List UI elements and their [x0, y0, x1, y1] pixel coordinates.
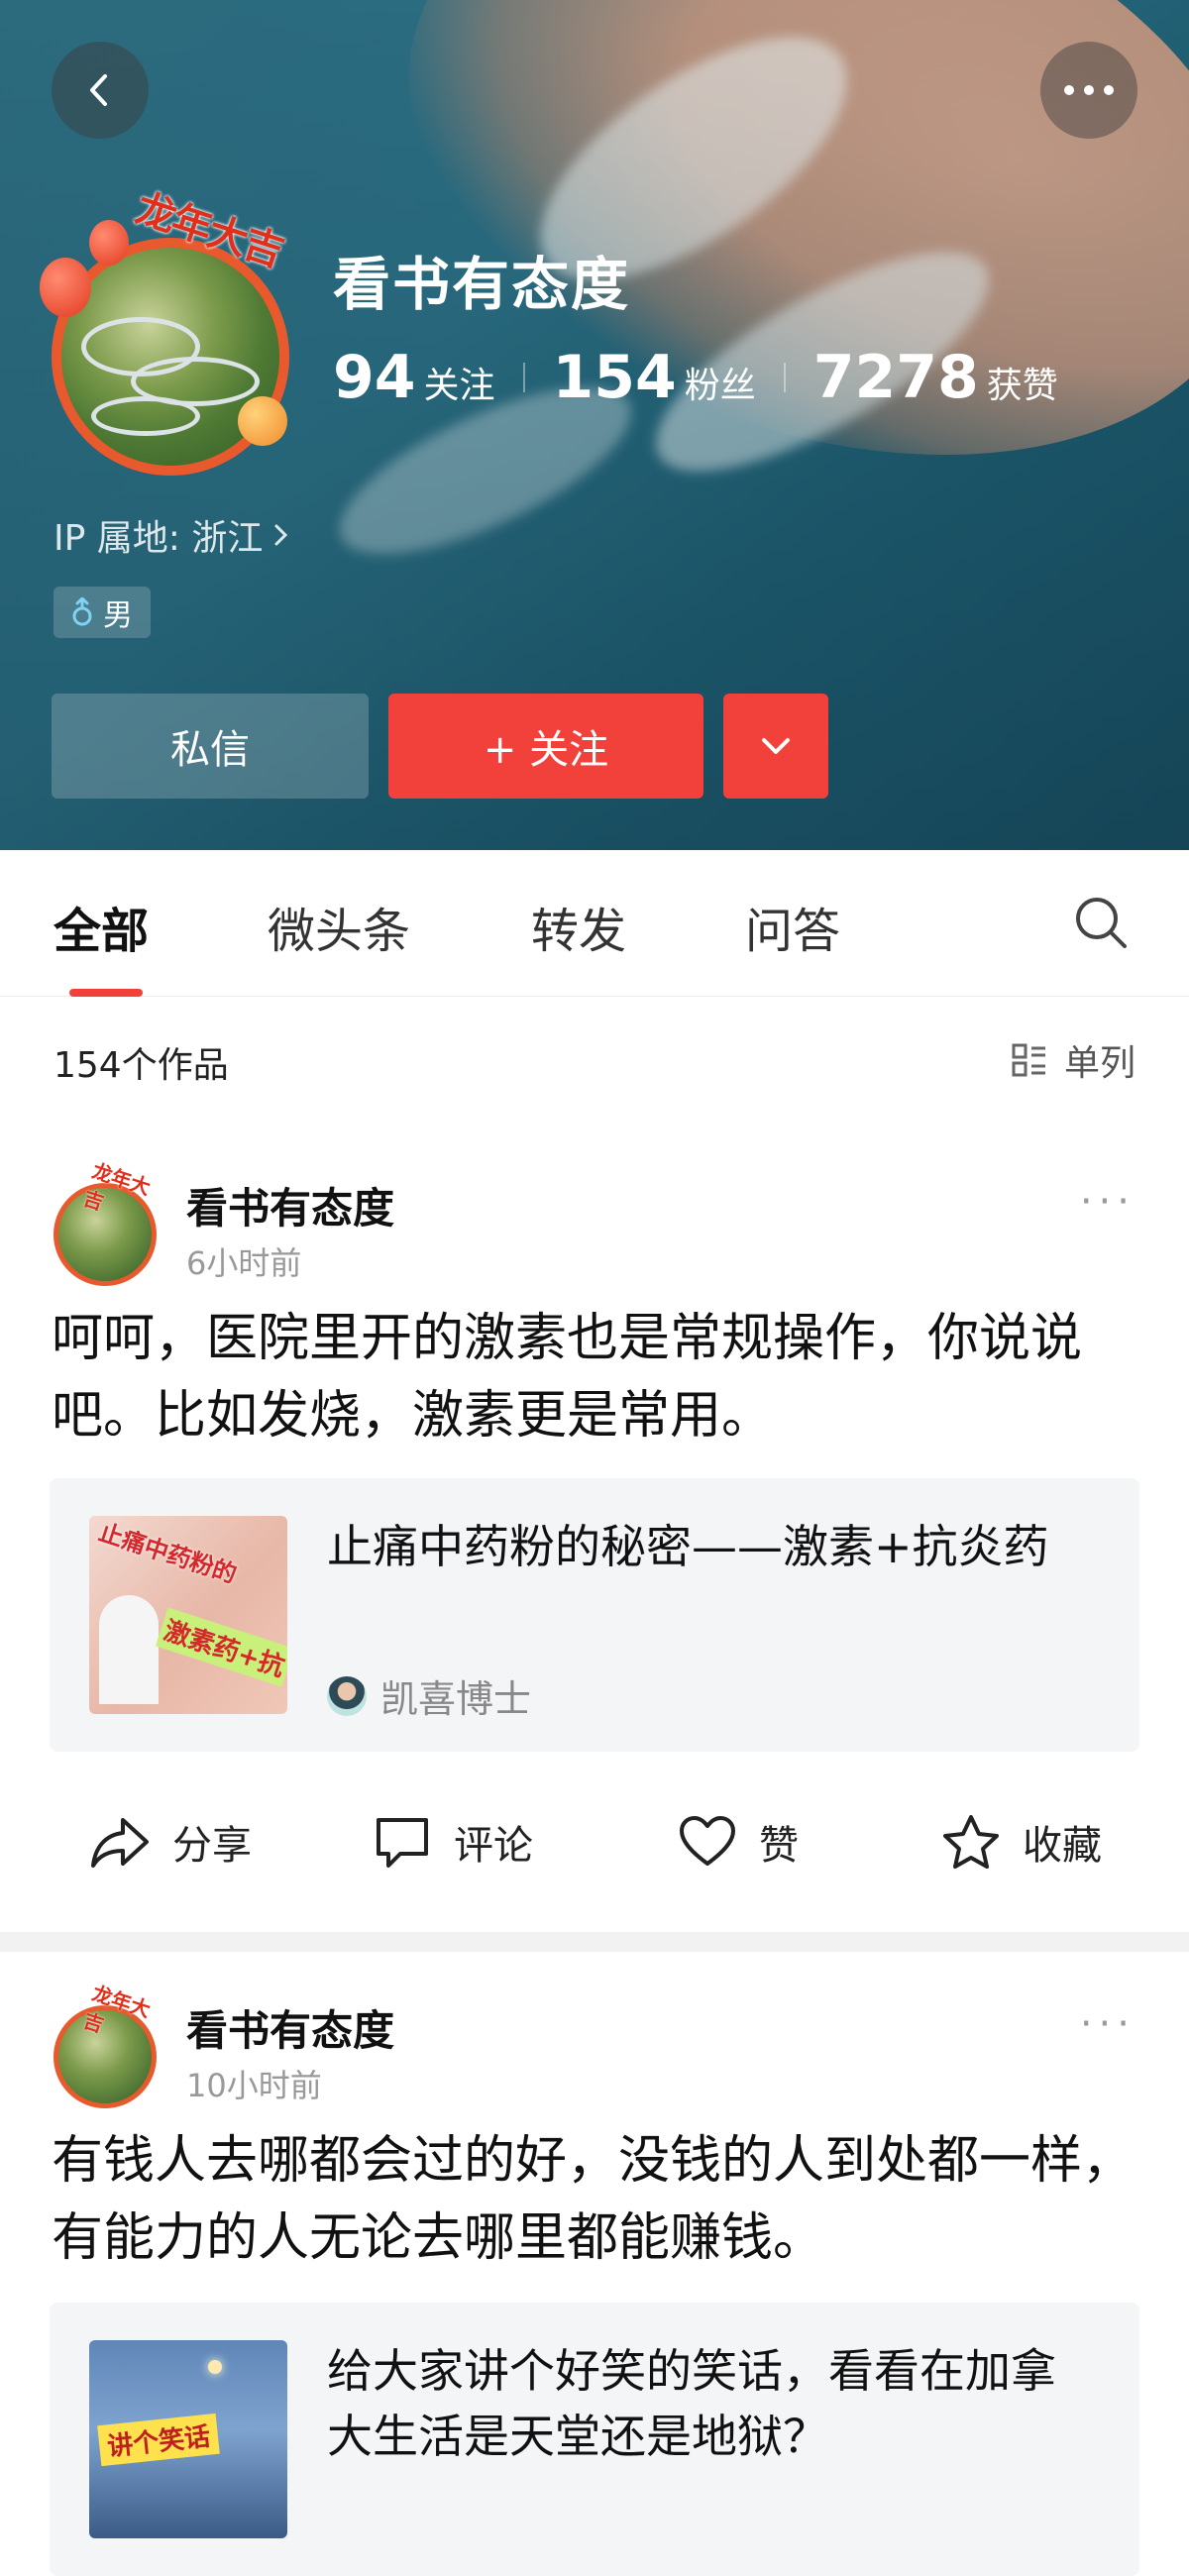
stat-divider [783, 363, 786, 392]
post-text[interactable]: 有钱人去哪都会过的好，没钱的人到处都一样，有能力的人无论去哪里都能赚钱。 [52, 2122, 1141, 2277]
tab-all[interactable]: 全部 [54, 892, 149, 961]
article-thumbnail: 止痛中药粉的 激素药+抗 [89, 1516, 287, 1714]
tab-qa[interactable]: 问答 [745, 892, 840, 961]
view-mode-label: 单列 [1063, 1043, 1135, 1084]
back-button[interactable] [52, 42, 149, 139]
favorite-button[interactable]: 收藏 [941, 1813, 1102, 1871]
comment-button[interactable]: 评论 [373, 1813, 533, 1871]
likes-label: 获赞 [986, 366, 1058, 406]
active-tab-indicator [69, 989, 143, 997]
star-icon [943, 1815, 999, 1869]
article-author-name: 凯喜博士 [380, 1677, 532, 1721]
post-author-avatar[interactable]: 龙年大吉 [50, 1158, 162, 1286]
profile-name: 看书有态度 [333, 251, 631, 318]
list-view-icon [1012, 1043, 1045, 1077]
male-icon [72, 597, 92, 626]
lantern-icon [40, 258, 91, 317]
post-actions: 分享 评论 赞 收藏 [0, 1813, 1189, 1932]
post-more-button[interactable]: ··· [1080, 2001, 1135, 2047]
favorite-label: 收藏 [1023, 1823, 1102, 1869]
gender-badge: 男 [54, 587, 151, 638]
linked-article-card[interactable]: 止痛中药粉的 激素药+抗 止痛中药粉的秘密——激素+抗炎药 凯喜博士 [50, 1478, 1139, 1752]
profile-avatar[interactable]: 龙年大吉 [40, 185, 297, 476]
chevron-right-icon [274, 524, 288, 546]
following-count[interactable]: 94 [333, 343, 416, 412]
fan-icon [238, 396, 287, 446]
street-light [208, 2360, 222, 2374]
thumbnail-text: 激素药+抗 [155, 1607, 287, 1687]
like-button[interactable]: 赞 [678, 1813, 799, 1871]
more-options-button[interactable] [1040, 42, 1137, 139]
view-mode-toggle[interactable]: 单列 [1011, 1034, 1135, 1086]
linked-article-card[interactable]: 讲个笑话 给大家讲个好笑的笑话，看看在加拿大生活是天堂还是地狱？ [50, 2303, 1139, 2576]
share-label: 分享 [172, 1823, 252, 1869]
follow-dropdown-button[interactable] [723, 694, 828, 799]
search-icon[interactable] [1072, 894, 1130, 951]
post-author-name[interactable]: 看书有态度 [186, 1175, 394, 1235]
post-author-avatar[interactable]: 龙年大吉 [50, 1981, 162, 2108]
thumbnail-text: 讲个笑话 [97, 2413, 220, 2467]
ip-location-label: IP 属地: 浙江 [54, 518, 264, 559]
gender-label: 男 [103, 598, 133, 633]
chevron-left-icon [90, 74, 107, 106]
followers-label[interactable]: 粉丝 [685, 357, 756, 408]
follow-button[interactable]: + 关注 [388, 694, 703, 799]
post-separator [0, 1932, 1189, 1952]
chevron-down-icon [762, 738, 790, 754]
content-tabs: 全部 微头条 转发 问答 [0, 850, 1189, 997]
message-button[interactable]: 私信 [52, 694, 369, 799]
ip-location[interactable]: IP 属地: 浙江 [54, 509, 292, 561]
more-dots-icon [1064, 85, 1114, 95]
like-label: 赞 [759, 1823, 799, 1869]
article-author: 凯喜博士 [327, 1668, 531, 1723]
tab-repost[interactable]: 转发 [531, 892, 626, 961]
likes-count: 7278 [812, 343, 979, 412]
works-count: 154个作品 [54, 1045, 229, 1086]
profile-header: 龙年大吉 看书有态度 94 关注 154 粉丝 7278 获赞 IP 属地: 浙… [0, 0, 1189, 850]
heart-icon [680, 1816, 735, 1866]
article-thumbnail: 讲个笑话 [89, 2340, 287, 2538]
article-title: 止痛中药粉的秘密——激素+抗炎药 [327, 1520, 1049, 1573]
comment-label: 评论 [454, 1823, 533, 1869]
post-author-name[interactable]: 看书有态度 [186, 1997, 394, 2058]
followers-count[interactable]: 154 [553, 343, 677, 412]
lantern-icon [89, 220, 129, 266]
author-avatar-icon [327, 1675, 367, 1716]
post-more-button[interactable]: ··· [1080, 1179, 1135, 1225]
profile-stats: 94 关注 154 粉丝 7278 获赞 [333, 343, 1058, 412]
post-text[interactable]: 呵呵，医院里开的激素也是常规操作，你说说吧。比如发烧，激素更是常用。 [52, 1300, 1141, 1454]
thumbnail-text: 止痛中药粉的 [95, 1518, 241, 1589]
post-timestamp: 6小时前 [186, 1244, 302, 1282]
stat-divider [522, 363, 525, 392]
following-label[interactable]: 关注 [424, 357, 495, 408]
tab-micro-headline[interactable]: 微头条 [268, 892, 410, 961]
thumbnail-figure [99, 1595, 159, 1704]
share-button[interactable]: 分享 [89, 1813, 252, 1871]
article-title: 给大家讲个好笑的笑话，看看在加拿大生活是天堂还是地狱？ [327, 2344, 1056, 2463]
share-icon [91, 1818, 149, 1868]
post-timestamp: 10小时前 [186, 2067, 322, 2104]
comment-icon [377, 1818, 428, 1868]
